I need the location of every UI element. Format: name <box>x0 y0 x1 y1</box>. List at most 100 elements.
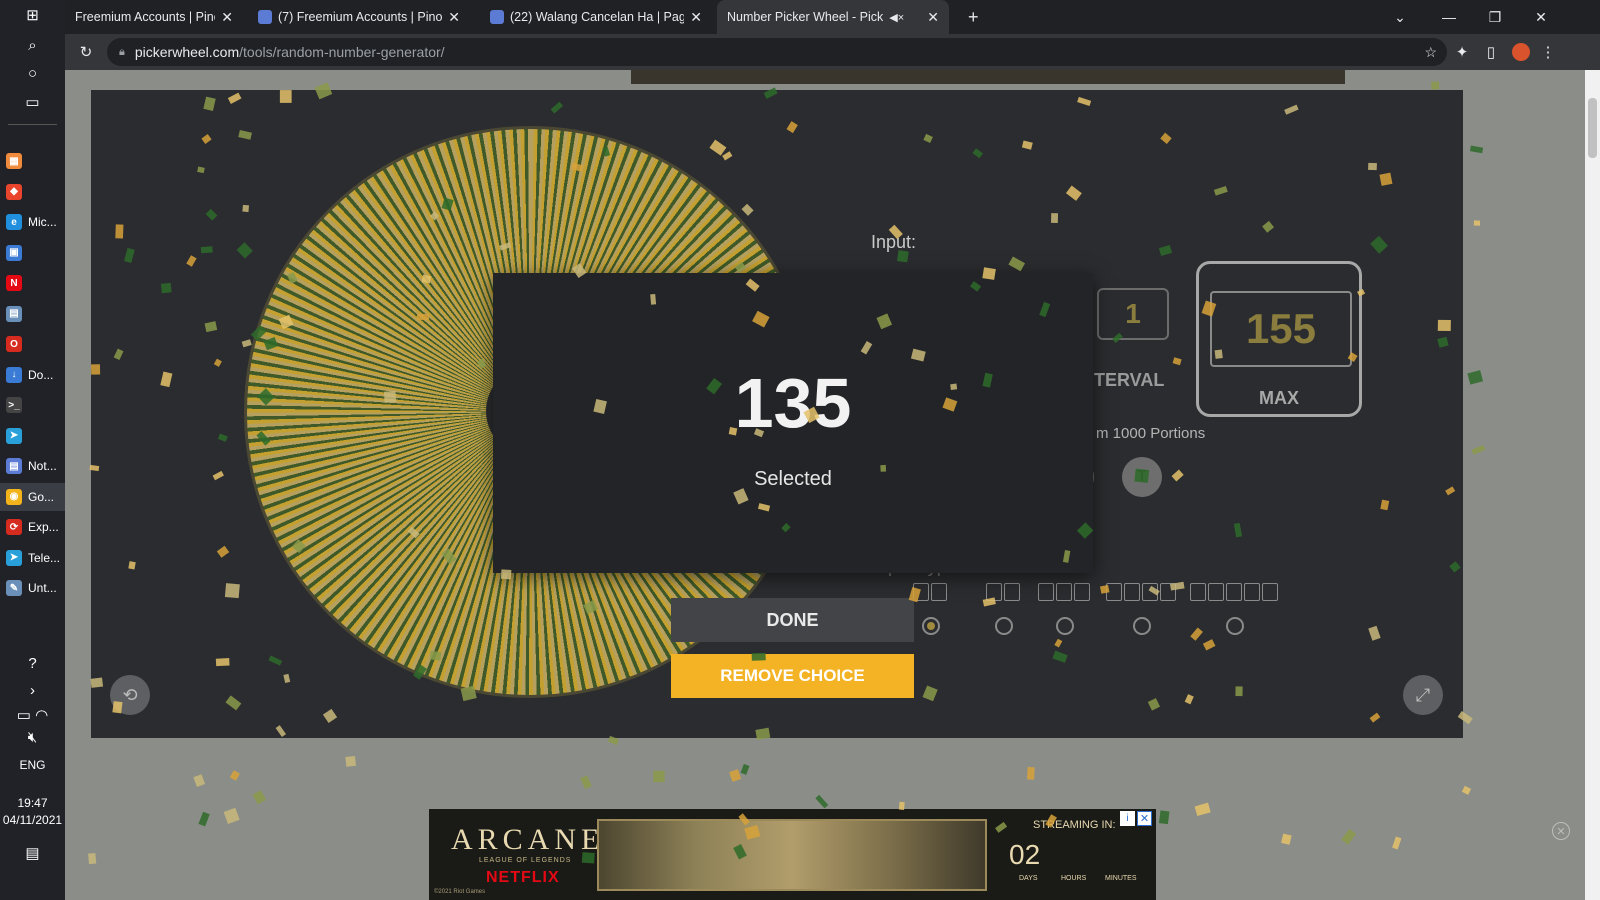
result-modal: 135 Selected <box>493 273 1093 573</box>
ad-unit-minutes: MINUTES <box>1105 875 1137 882</box>
taskbar-app[interactable]: e Mic... <box>0 208 65 236</box>
arcane-banner-ad[interactable]: ARCANE LEAGUE OF LEGENDS NETFLIX ©2021 R… <box>429 809 1156 900</box>
top-banner-ad-strip <box>631 70 1345 84</box>
taskbar-app[interactable]: >_ <box>0 391 65 419</box>
cortana-icon[interactable]: ○ <box>0 58 65 88</box>
ad-copyright: ©2021 Riot Games <box>434 889 486 895</box>
ad-artwork <box>597 819 987 891</box>
taskbar-app[interactable]: ▣ <box>0 239 65 267</box>
taskbar-app-label: Tele... <box>28 550 61 565</box>
taskbar-app[interactable]: O <box>0 330 65 358</box>
input-type-radio-2[interactable] <box>995 617 1013 635</box>
input-type-option-2[interactable] <box>986 583 1020 603</box>
ad-title: ARCANE <box>451 823 605 856</box>
profile-avatar[interactable] <box>1510 41 1532 63</box>
tab-search-icon[interactable]: ⌄ <box>1378 0 1422 34</box>
speaker-muted-icon[interactable]: ◀× <box>889 11 904 24</box>
close-icon[interactable]: ✕ <box>690 9 702 26</box>
tab-title: Freemium Accounts | Pinoy In <box>75 10 215 24</box>
clock-time[interactable]: 19:47 <box>0 796 65 810</box>
max-card: 155 MAX <box>1196 261 1362 417</box>
taskbar-app[interactable]: ↓ Do... <box>0 361 65 389</box>
new-tab-button[interactable]: + <box>958 0 988 34</box>
close-icon[interactable]: ✕ <box>927 9 939 26</box>
input-type-option-4[interactable] <box>1106 583 1176 603</box>
taskbar-app-label: Mic... <box>28 215 57 229</box>
notifications-icon[interactable]: ▤ <box>0 838 65 868</box>
app-icon: N <box>6 275 22 291</box>
site-favicon-icon <box>258 10 272 24</box>
volume-muted-icon[interactable]: 🔇︎ <box>0 722 65 752</box>
tab-freemium-2[interactable]: (7) Freemium Accounts | Pinoy In ✕ <box>248 0 470 34</box>
app-icon: >_ <box>6 397 22 413</box>
app-icon: e <box>6 214 22 230</box>
app-icon: ▦ <box>6 153 22 169</box>
taskbar-app[interactable]: N <box>0 269 65 297</box>
portions-text: m 1000 Portions <box>1096 425 1206 442</box>
taskbar-app[interactable]: ▤ <box>0 300 65 328</box>
taskbar-app[interactable]: ➤ <box>0 422 65 450</box>
text-option-button[interactable]: T <box>1122 457 1162 497</box>
reload-icon[interactable]: ↻ <box>75 41 97 63</box>
ad-info-icon[interactable]: i <box>1120 811 1135 826</box>
side-panel-icon[interactable]: ▯ <box>1480 41 1502 63</box>
scrollbar-thumb[interactable] <box>1588 98 1597 158</box>
taskbar-app[interactable]: ▦ <box>0 147 65 175</box>
close-icon[interactable]: ✕ <box>448 9 460 26</box>
help-icon[interactable]: ? <box>0 648 65 678</box>
bookmark-star-icon[interactable]: ☆ <box>1424 44 1437 61</box>
input-type-option-3[interactable] <box>1038 583 1090 603</box>
address-bar[interactable]: 🔒︎ pickerwheel.com/tools/random-number-g… <box>107 38 1447 66</box>
interval-label: TERVAL <box>1094 370 1165 390</box>
app-icon: ⟳ <box>6 519 22 535</box>
extensions-icon[interactable]: ✦ <box>1451 41 1473 63</box>
app-icon: ▤ <box>6 458 22 474</box>
input-type-radio-1[interactable] <box>922 617 940 635</box>
taskbar-app[interactable]: ➤ Tele... <box>0 544 65 572</box>
language-indicator[interactable]: ENG <box>0 758 65 772</box>
restore-icon[interactable]: ❐ <box>1473 0 1517 34</box>
taskbar-app[interactable]: ⟳ Exp... <box>0 513 65 541</box>
app-icon: ◆ <box>6 183 22 200</box>
input-type-radio-3[interactable] <box>1056 617 1074 635</box>
done-button[interactable]: DONE <box>671 598 914 642</box>
taskbar-app[interactable]: ✎ Unt... <box>0 574 65 602</box>
app-icon: ▣ <box>6 244 22 261</box>
site-favicon-icon <box>490 10 504 24</box>
tab-number-picker-wheel[interactable]: Number Picker Wheel - Pick ◀× ✕ <box>717 0 949 34</box>
ad-unit-days: DAYS <box>1019 875 1038 882</box>
task-view-icon[interactable]: ▭ <box>0 87 65 117</box>
taskbar-app[interactable]: ◉ Go... <box>0 482 65 511</box>
min-value-field[interactable]: 1 <box>1097 288 1169 340</box>
app-icon: ➤ <box>6 427 22 444</box>
clock-date[interactable]: 04/11/2021 <box>0 813 65 827</box>
tab-walang-cancelan[interactable]: (22) Walang Cancelan Ha | Page 5 ✕ <box>480 0 712 34</box>
windows-start-icon[interactable]: ⊞ <box>0 0 65 30</box>
search-icon[interactable]: ⌕ <box>0 30 65 60</box>
window-close-icon[interactable]: ✕ <box>1519 0 1563 34</box>
menu-kebab-icon[interactable]: ⋮ <box>1537 41 1559 63</box>
taskbar-app[interactable]: ◆ <box>0 178 65 206</box>
url-path: /tools/random-number-generator/ <box>239 44 445 60</box>
url-host: pickerwheel.com <box>134 44 240 60</box>
max-value-field[interactable]: 155 <box>1210 291 1352 367</box>
fullscreen-icon[interactable]: ⤢ <box>1403 675 1443 715</box>
taskbar-app[interactable]: ▤ Not... <box>0 452 65 480</box>
tab-freemium-1[interactable]: Freemium Accounts | Pinoy In ✕ <box>65 0 243 34</box>
minimize-icon[interactable]: — <box>1427 0 1471 34</box>
page-scrollbar[interactable] <box>1585 70 1600 900</box>
app-icon: ↓ <box>6 366 22 383</box>
input-type-radio-4[interactable] <box>1133 617 1151 635</box>
ad-subtitle: LEAGUE OF LEGENDS <box>479 857 572 864</box>
remove-choice-button[interactable]: REMOVE CHOICE <box>671 654 914 698</box>
ad-close-icon[interactable]: ✕ <box>1137 811 1152 826</box>
ad-dismiss-icon[interactable]: ✕ <box>1552 822 1570 840</box>
taskbar-app-label: Do... <box>28 367 54 382</box>
history-icon[interactable]: ⟲ <box>110 675 150 715</box>
input-type-option-5[interactable] <box>1190 583 1278 603</box>
close-icon[interactable]: ✕ <box>221 9 233 26</box>
tab-title: Number Picker Wheel - Pick <box>727 10 884 24</box>
input-type-option-1[interactable] <box>913 583 947 603</box>
app-icon: ✎ <box>6 580 22 596</box>
input-type-radio-5[interactable] <box>1226 617 1244 635</box>
